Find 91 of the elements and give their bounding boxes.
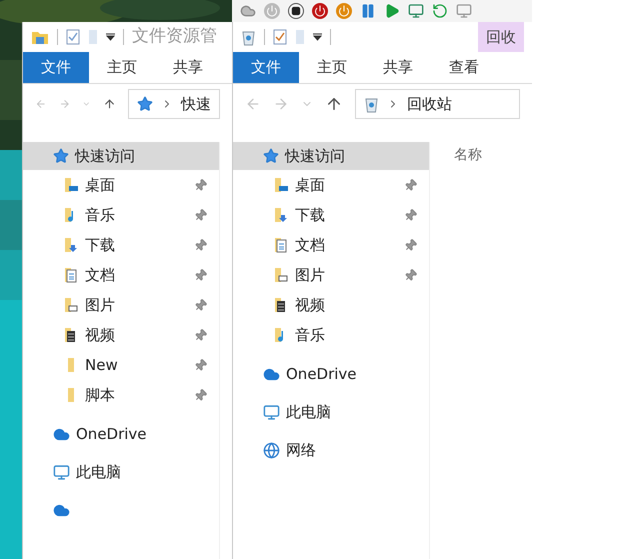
up-icon[interactable]	[325, 95, 343, 113]
download-folder-icon	[63, 237, 79, 253]
quick-access-item[interactable]: 视频	[23, 320, 219, 350]
ribbon-tab[interactable]: 文件	[23, 52, 89, 83]
nav-label: 快速访问	[75, 146, 135, 167]
nav-item[interactable]: 此电脑	[233, 398, 429, 426]
quick-access-item[interactable]: 下载	[233, 200, 429, 230]
recycle-bin-icon	[241, 28, 256, 46]
address-bar[interactable]: 回收站	[355, 89, 520, 119]
column-header[interactable]: 名称	[454, 147, 482, 163]
cloud-icon[interactable]	[240, 3, 256, 19]
computer-icon[interactable]	[408, 3, 424, 19]
properties-icon[interactable]	[66, 29, 80, 45]
ribbon-tab[interactable]: 共享	[155, 52, 221, 83]
nav-item[interactable]: 网络	[233, 436, 429, 464]
play-icon[interactable]	[384, 3, 400, 19]
address-text: 快速	[180, 94, 211, 115]
star-icon	[263, 148, 279, 164]
quick-access-item[interactable]: 视频	[233, 290, 429, 320]
item-label: 桌面	[85, 174, 116, 196]
stop-icon[interactable]	[288, 3, 304, 19]
nav-label: 此电脑	[76, 462, 121, 483]
nav-item[interactable]: 快速访问	[233, 142, 429, 170]
pictures-folder-icon	[273, 267, 289, 283]
quick-access-item[interactable]: 图片	[23, 290, 219, 320]
item-label: 文档	[85, 264, 116, 286]
ribbon-tab[interactable]: 查看	[431, 52, 497, 83]
item-label: 图片	[85, 294, 116, 316]
ribbon-tab[interactable]: 共享	[365, 52, 431, 83]
item-label: 音乐	[295, 324, 326, 346]
item-label: 下载	[295, 204, 326, 226]
nav-label: OneDrive	[76, 424, 147, 445]
back-icon[interactable]	[245, 96, 261, 112]
network-icon	[263, 442, 280, 458]
quick-access-item[interactable]: 脚本	[23, 380, 219, 410]
pause-icon[interactable]	[360, 3, 376, 19]
address-bar[interactable]: 快速	[128, 89, 220, 119]
item-label: 下载	[85, 234, 116, 256]
recycle-bin-icon	[364, 96, 379, 112]
power-icon[interactable]	[336, 3, 352, 19]
item-label: 视频	[85, 324, 116, 346]
nav-item[interactable]: 快速访问	[23, 142, 219, 170]
quick-access-item[interactable]: 桌面	[23, 170, 219, 200]
desktop-folder-icon	[273, 177, 289, 193]
quick-access-item[interactable]: 桌面	[233, 170, 429, 200]
quick-access-item[interactable]: 文档	[233, 230, 429, 260]
nav-item[interactable]: OneDrive	[23, 420, 219, 448]
undo-icon[interactable]	[432, 3, 448, 19]
properties-icon[interactable]	[273, 29, 287, 45]
forward-icon[interactable]	[273, 96, 289, 112]
quick-access-item[interactable]: 音乐	[233, 320, 429, 350]
quick-access-item[interactable]: 图片	[233, 260, 429, 290]
window-title: 文件资源管	[132, 25, 217, 48]
quick-access-item[interactable]: 文档	[23, 260, 219, 290]
desktop-folder-icon	[63, 177, 79, 193]
nav-item[interactable]: 此电脑	[23, 458, 219, 486]
document-folder-icon	[63, 267, 79, 283]
nav-label: OneDrive	[286, 364, 357, 385]
nav-label: 网络	[286, 440, 316, 461]
item-label: 脚本	[85, 384, 116, 406]
folder-folder-icon	[68, 357, 74, 373]
computer-icon	[53, 464, 70, 480]
ribbon-tab[interactable]: 主页	[299, 52, 365, 83]
ribbon-tab[interactable]: 文件	[233, 52, 299, 83]
power-icon[interactable]	[312, 3, 328, 19]
dropdown-arrow-icon[interactable]	[106, 33, 115, 41]
quick-access-item[interactable]: New	[23, 350, 219, 380]
recycle-bin-tools-tab[interactable]: 回收	[478, 22, 524, 52]
computer-icon	[263, 404, 280, 420]
quick-access-item[interactable]: 下载	[23, 230, 219, 260]
computer-icon[interactable]	[456, 3, 472, 19]
dropdown-arrow-icon[interactable]	[313, 33, 322, 41]
item-label: 文档	[295, 234, 326, 256]
address-text: 回收站	[407, 94, 452, 115]
pictures-folder-icon	[63, 297, 79, 313]
folder-folder-icon	[68, 387, 74, 403]
folder-icon	[31, 29, 49, 45]
nav-label: 此电脑	[286, 402, 331, 423]
item-label: 桌面	[295, 174, 326, 196]
download-folder-icon	[273, 207, 289, 223]
ribbon-tab[interactable]: 主页	[89, 52, 155, 83]
item-label: 视频	[295, 294, 326, 316]
item-label: 音乐	[85, 204, 116, 226]
star-icon	[53, 148, 69, 164]
item-label: New	[85, 354, 119, 376]
item-label: 图片	[295, 264, 326, 286]
star-icon	[136, 96, 153, 112]
quick-access-item[interactable]: 音乐	[23, 200, 219, 230]
nav-label: 快速访问	[285, 146, 345, 167]
document-folder-icon	[273, 237, 289, 253]
nav-item[interactable]: OneDrive	[233, 360, 429, 388]
